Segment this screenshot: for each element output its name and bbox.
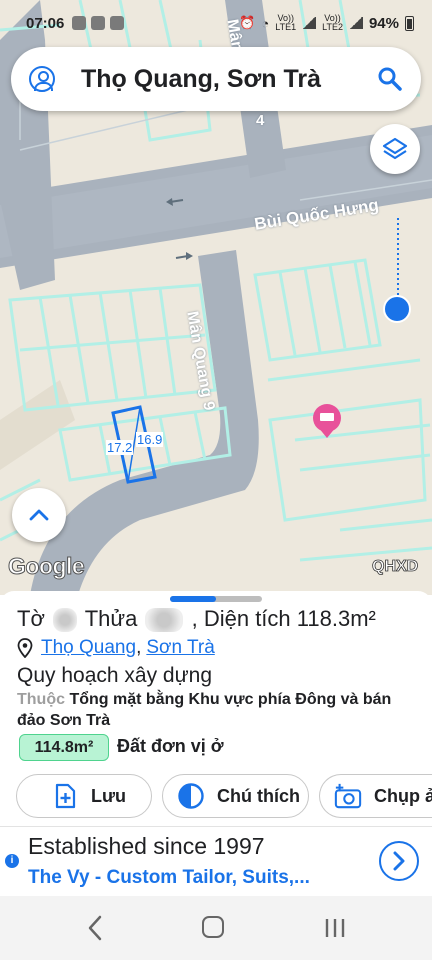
notification-icons bbox=[72, 16, 125, 30]
signal-1-icon bbox=[302, 17, 317, 29]
recents-icon[interactable] bbox=[324, 917, 346, 939]
zone-land-type: Đất đơn vị ở bbox=[117, 736, 224, 756]
search-bar[interactable]: Thọ Quang, Sơn Trà bbox=[11, 47, 421, 111]
parcel-edge-label-b: 16.9 bbox=[136, 432, 164, 447]
capture-button[interactable]: Chụp ả bbox=[319, 774, 432, 818]
chevron-up-icon bbox=[29, 509, 49, 521]
parcel-edge-label-a: 17.2 bbox=[106, 440, 134, 455]
battery-icon bbox=[405, 15, 414, 31]
network-1: Vo)) LTE1 bbox=[275, 13, 297, 32]
status-right: ⏰ ◔ Vo)) LTE1 Vo)) LTE2 94% bbox=[239, 14, 414, 32]
network-2: Vo)) LTE2 bbox=[322, 13, 343, 32]
capture-label: Chụp ả bbox=[374, 785, 432, 806]
ad-open-button[interactable] bbox=[379, 841, 419, 881]
layers-icon bbox=[382, 137, 408, 160]
location-line: Thọ Quang , Sơn Trà bbox=[17, 637, 215, 659]
ad-info-icon[interactable]: i bbox=[5, 854, 19, 868]
expand-sheet-button[interactable] bbox=[12, 488, 66, 542]
redacted-parcel-number bbox=[145, 608, 184, 633]
planning-description: Thuộc Tổng mặt bằng Khu vực phía Đông và… bbox=[17, 689, 417, 731]
ad-subline[interactable]: The Vy - Custom Tailor, Suits,... bbox=[28, 867, 310, 889]
battery-percent: 94% bbox=[368, 14, 399, 32]
ad-banner[interactable]: i Established since 1997 The Vy - Custom… bbox=[0, 826, 432, 896]
wifi-icon: ◔ bbox=[261, 15, 270, 31]
save-button[interactable]: Lưu bbox=[16, 774, 152, 818]
save-doc-icon bbox=[51, 782, 79, 810]
signal-2-icon bbox=[348, 17, 363, 29]
status-bar: 07:06 ⏰ ◔ Vo)) LTE1 Vo)) LTE2 94% bbox=[0, 0, 432, 46]
zone-area-badge: 114.8m² bbox=[19, 734, 109, 761]
zalo-icon bbox=[72, 16, 87, 30]
camera-plus-icon bbox=[334, 782, 362, 810]
area-label: , Diện tích bbox=[191, 606, 291, 631]
planning-title: Quy hoạch xây dựng bbox=[17, 664, 213, 687]
google-logo: Google bbox=[7, 553, 85, 580]
system-nav-bar bbox=[0, 896, 432, 960]
gallery-icon bbox=[110, 16, 125, 30]
save-label: Lưu bbox=[91, 785, 127, 806]
ward-link[interactable]: Thọ Quang bbox=[41, 637, 136, 659]
action-chips: Lưu Chú thích Chụp ả bbox=[16, 774, 432, 818]
search-icon[interactable] bbox=[377, 66, 403, 92]
chevron-right-icon bbox=[393, 851, 405, 871]
contrast-icon bbox=[177, 782, 205, 810]
alarm-icon: ⏰ bbox=[239, 15, 256, 30]
legend-label: Chú thích bbox=[217, 785, 300, 806]
parcel-title: Tờ Thửa , Diện tích 118.3m² bbox=[17, 606, 376, 633]
check-icon bbox=[91, 16, 106, 30]
search-query[interactable]: Thọ Quang, Sơn Trà bbox=[81, 65, 377, 94]
street-label-4: 4 bbox=[256, 112, 265, 129]
redacted-sheet-number bbox=[53, 608, 77, 633]
location-pin-icon bbox=[17, 638, 33, 658]
planning-prefix: Thuộc bbox=[17, 691, 65, 708]
status-time: 07:06 bbox=[26, 14, 65, 32]
layer-label-qhxd: QHXD bbox=[372, 558, 419, 576]
planning-desc-text: Tổng mặt bằng Khu vực phía Đông và bán đ… bbox=[17, 691, 392, 729]
home-icon[interactable] bbox=[202, 916, 224, 938]
sheet-drag-handle[interactable] bbox=[170, 596, 262, 602]
area-value: 118.3m² bbox=[296, 606, 376, 631]
legend-button[interactable]: Chú thích bbox=[162, 774, 309, 818]
back-icon[interactable] bbox=[86, 915, 104, 941]
account-icon[interactable] bbox=[29, 66, 55, 92]
layers-button[interactable] bbox=[370, 124, 420, 174]
location-separator: , bbox=[136, 637, 142, 658]
ad-headline[interactable]: Established since 1997 bbox=[28, 833, 265, 860]
parcel-label-thua: Thửa bbox=[84, 606, 138, 631]
district-link[interactable]: Sơn Trà bbox=[146, 637, 214, 659]
sheet-label-to: Tờ bbox=[17, 606, 45, 631]
